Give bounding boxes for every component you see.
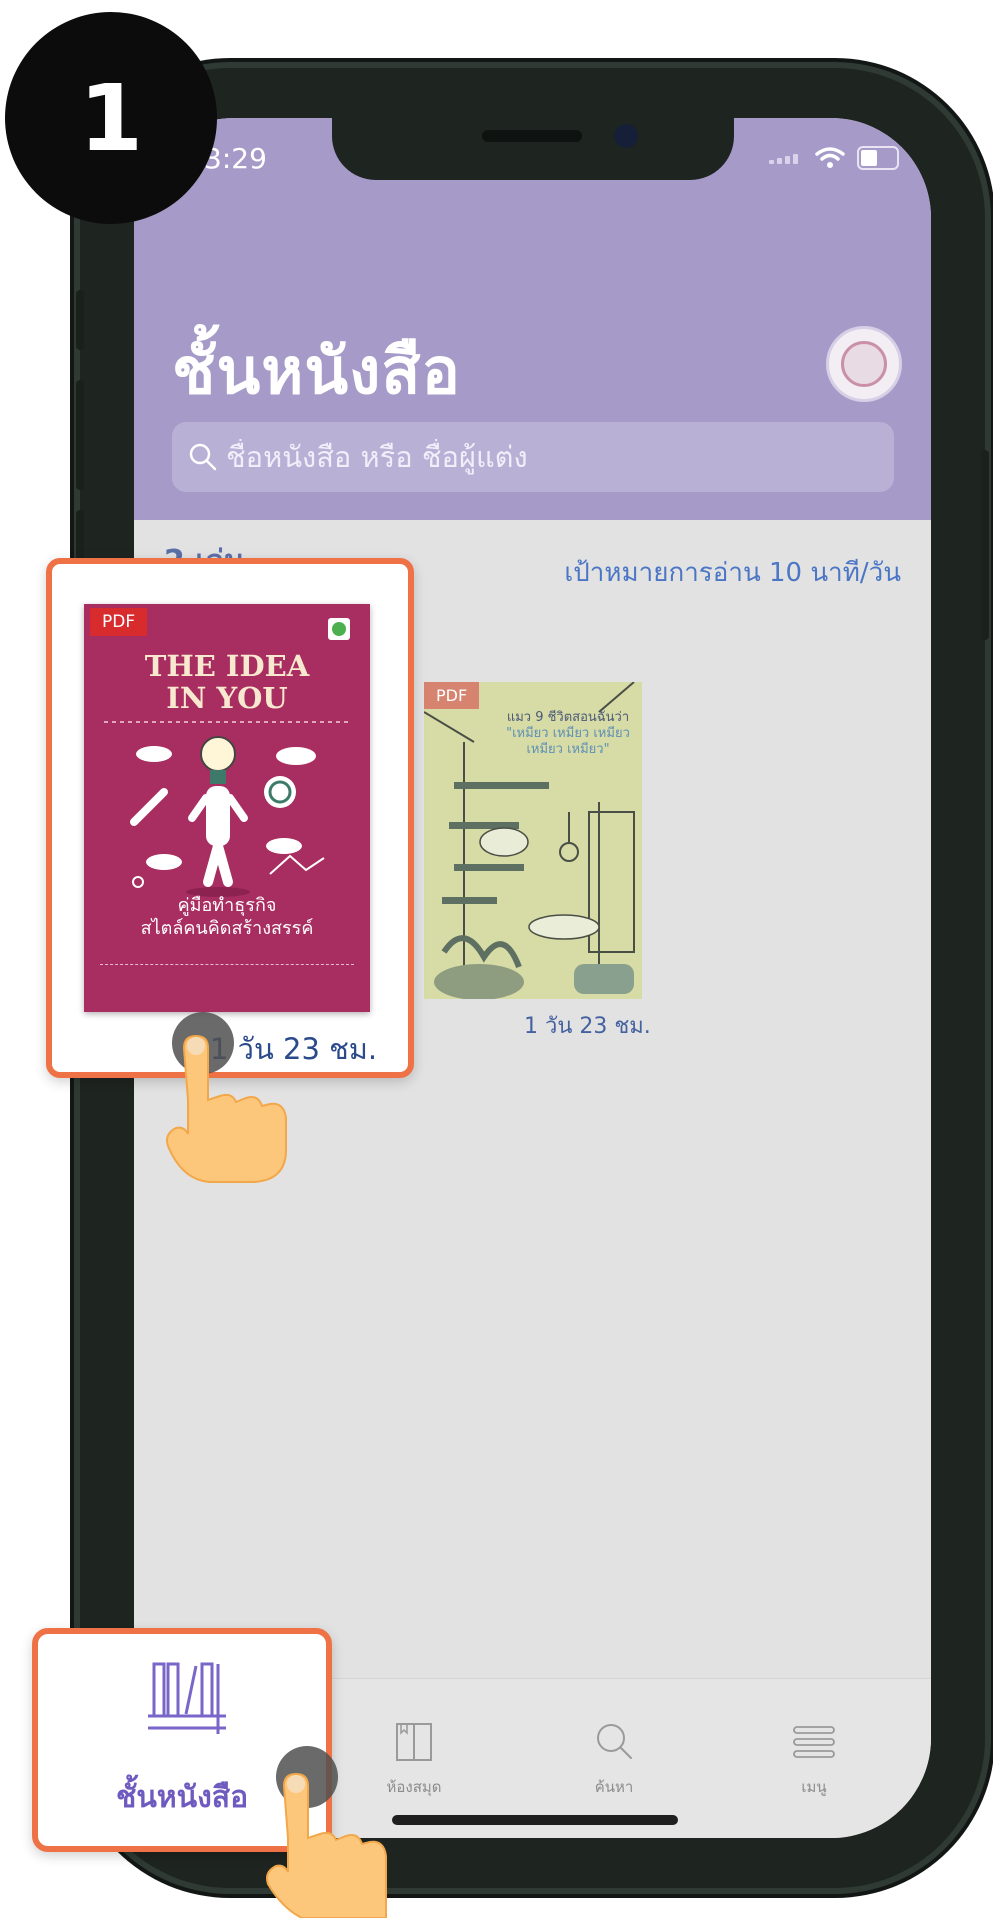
bookshelf-icon xyxy=(148,1662,226,1734)
reading-goal[interactable]: เป้าหมายการอ่าน 10 นาที/วัน xyxy=(564,552,901,593)
tab-label: ค้นหา xyxy=(594,1778,634,1796)
battery-icon xyxy=(857,146,899,170)
book-1-title: THE IDEA IN YOU xyxy=(144,649,310,715)
pdf-badge: PDF xyxy=(90,608,148,636)
front-camera xyxy=(614,124,638,148)
app-header: 3:29 ชั้นหนังสือ xyxy=(134,118,931,520)
book-cover-2[interactable]: แมว 9 ชีวิตสอนฉันว่า "เหมียว เหมียว เหมี… xyxy=(424,682,642,999)
pdf-badge: PDF xyxy=(424,682,480,709)
phone-power-button xyxy=(981,450,989,640)
signal-icon xyxy=(769,152,803,164)
menu-icon xyxy=(793,1726,835,1758)
book-2-time-left: 1 วัน 23 ชม. xyxy=(524,1014,651,1039)
pointing-hand-icon xyxy=(266,1772,387,1918)
approved-seal-icon xyxy=(328,618,350,640)
pointing-hand-icon xyxy=(166,1034,287,1183)
notch xyxy=(332,118,734,180)
divider xyxy=(100,964,354,965)
tab-search[interactable]: ค้นหา xyxy=(539,1719,689,1799)
avatar-emblem xyxy=(841,341,887,387)
status-icons xyxy=(769,146,899,170)
search-bar[interactable] xyxy=(172,422,894,492)
home-indicator xyxy=(392,1815,678,1825)
status-time: 3:29 xyxy=(204,142,267,175)
phone-side-button xyxy=(76,290,84,350)
search-icon xyxy=(189,443,217,471)
book-cover-1[interactable]: PDF THE IDEA IN YOU คู่มือทำธุรกิจ สไตล์… xyxy=(84,604,370,1012)
step-number-badge: 1 xyxy=(5,12,217,224)
speaker xyxy=(482,130,582,142)
book-1-subtitle: คู่มือทำธุรกิจ สไตล์คนคิดสร้างสรรค์ xyxy=(140,895,314,939)
phone-volume-up xyxy=(76,380,84,490)
library-icon xyxy=(396,1723,432,1761)
book-2-title: แมว 9 ชีวิตสอนฉันว่า "เหมียว เหมียว เหมี… xyxy=(506,710,630,757)
idea-illustration xyxy=(104,721,350,897)
tab-menu[interactable]: เมนู xyxy=(739,1719,889,1799)
tab-bookshelf-label[interactable]: ชั้นหนังสือ xyxy=(116,1774,248,1821)
search-input[interactable] xyxy=(224,439,868,475)
profile-avatar[interactable] xyxy=(826,326,902,402)
page-title: ชั้นหนังสือ xyxy=(172,335,461,409)
wifi-icon xyxy=(815,147,845,168)
search-icon xyxy=(597,1724,632,1759)
tab-label: เมนู xyxy=(801,1778,827,1796)
